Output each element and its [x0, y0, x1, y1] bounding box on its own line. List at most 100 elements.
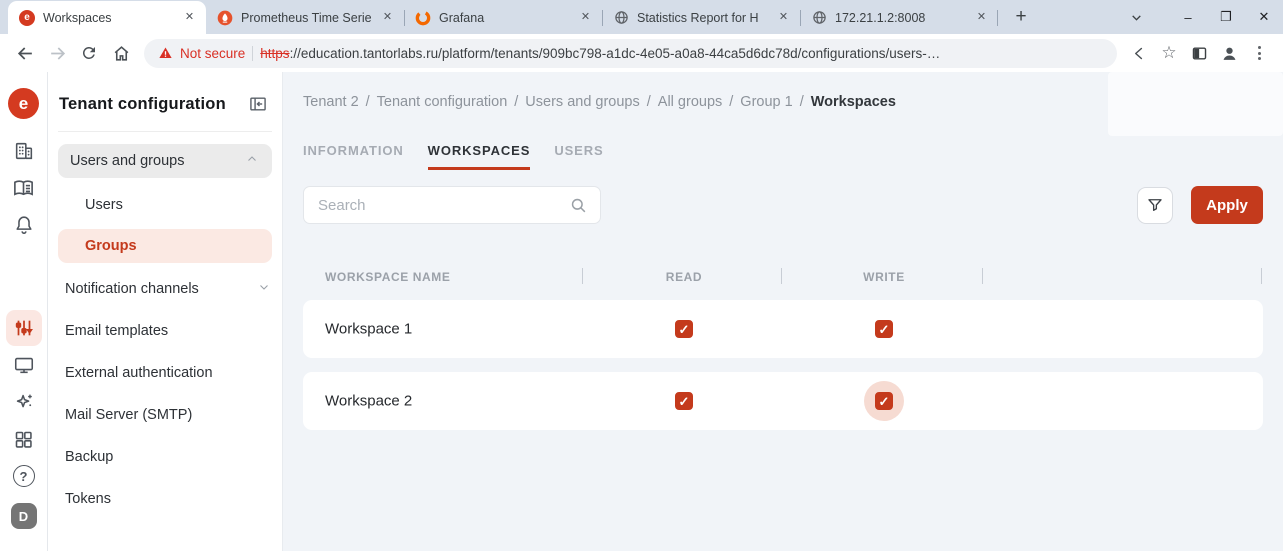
icon-rail: e ? [0, 72, 48, 551]
column-header-write: WRITE [863, 270, 905, 284]
new-tab-button[interactable]: + [1008, 4, 1034, 30]
sidebar-item-external-authentication[interactable]: External authentication [58, 363, 272, 383]
breadcrumb-item[interactable]: Tenant 2 [303, 94, 359, 110]
browser-tab-statistics[interactable]: Statistics Report for H ✕ [602, 1, 800, 34]
tab-close-icon[interactable]: ✕ [181, 9, 198, 26]
grafana-favicon [415, 10, 431, 26]
tab-users[interactable]: USERS [554, 143, 603, 170]
read-checkbox-wrap [664, 309, 704, 349]
window-controls: – ❐ ✕ [1121, 0, 1283, 34]
table-header: WORKSPACE NAME READ WRITE [303, 266, 1263, 288]
user-avatar[interactable]: D [11, 503, 37, 529]
write-checkbox[interactable] [875, 392, 893, 410]
maximize-button[interactable]: ❐ [1207, 1, 1245, 34]
view-tabs: INFORMATION WORKSPACES USERS [303, 143, 1263, 170]
column-divider [781, 268, 782, 284]
prometheus-favicon [217, 10, 233, 26]
column-divider [982, 268, 983, 284]
home-icon[interactable] [106, 38, 136, 68]
sidebar-item-tokens[interactable]: Tokens [58, 489, 272, 509]
forward-icon[interactable] [42, 38, 72, 68]
tab-search-chevron-icon[interactable] [1121, 2, 1151, 32]
browser-window: e Workspaces ✕ Prometheus Time Serie ✕ G… [0, 0, 1283, 551]
url-field[interactable]: Not secure https://education.tantorlabs.… [144, 39, 1117, 68]
sidebar-title: Tenant configuration [59, 95, 226, 114]
loading-shimmer [1108, 72, 1283, 136]
help-icon[interactable]: ? [6, 458, 42, 494]
tab-close-icon[interactable]: ✕ [775, 9, 792, 26]
breadcrumb-separator: / [514, 94, 518, 110]
tab-close-icon[interactable]: ✕ [973, 9, 990, 26]
minimize-button[interactable]: – [1169, 1, 1207, 34]
side-panel-icon[interactable] [1185, 39, 1213, 67]
share-icon[interactable] [1125, 39, 1153, 67]
column-header-workspace-name: WORKSPACE NAME [325, 270, 451, 284]
breadcrumb-item[interactable]: All groups [658, 94, 722, 110]
column-divider [582, 268, 583, 284]
url-path: ://education.tantorlabs.ru/platform/tena… [290, 46, 941, 61]
warning-icon [158, 46, 173, 60]
tab-title: Workspaces [43, 11, 173, 25]
read-checkbox-wrap [664, 381, 704, 421]
tab-close-icon[interactable]: ✕ [379, 9, 396, 26]
sidebar-item-email-templates[interactable]: Email templates [58, 321, 272, 341]
tab-close-icon[interactable]: ✕ [577, 9, 594, 26]
configuration-sliders-icon[interactable] [6, 310, 42, 346]
search-input[interactable] [316, 196, 569, 215]
docs-book-icon[interactable] [6, 170, 42, 206]
app-body: e ? [0, 72, 1283, 551]
column-divider [1261, 268, 1262, 284]
breadcrumb-item[interactable]: Group 1 [740, 94, 792, 110]
apply-button[interactable]: Apply [1191, 186, 1263, 224]
breadcrumb-item[interactable]: Users and groups [525, 94, 639, 110]
breadcrumb-separator: / [800, 94, 804, 110]
sparkles-icon[interactable] [6, 384, 42, 420]
tenants-building-icon[interactable] [6, 133, 42, 169]
collapse-sidebar-icon[interactable] [246, 92, 270, 116]
write-checkbox-wrap [864, 309, 904, 349]
table-row-workspace-1[interactable]: Workspace 1 [303, 300, 1263, 358]
browser-tab-workspaces[interactable]: e Workspaces ✕ [8, 1, 206, 34]
column-header-read: READ [666, 270, 702, 284]
sidebar: Tenant configuration Users and groups Us… [48, 72, 283, 551]
write-checkbox[interactable] [875, 320, 893, 338]
browser-tab-strip: e Workspaces ✕ Prometheus Time Serie ✕ G… [0, 0, 1283, 34]
browser-tab-ip-address[interactable]: 172.21.1.2:8008 ✕ [800, 1, 998, 34]
sidebar-item-backup[interactable]: Backup [58, 447, 272, 467]
reload-icon[interactable] [74, 38, 104, 68]
search-box [303, 186, 601, 224]
bookmark-star-icon[interactable]: ☆ [1155, 39, 1183, 67]
tab-information[interactable]: INFORMATION [303, 143, 404, 170]
breadcrumb-item[interactable]: Tenant configuration [377, 94, 508, 110]
sidebar-item-users-and-groups[interactable]: Users and groups [58, 144, 272, 178]
workspace-name: Workspace 2 [325, 393, 412, 410]
tab-title: Statistics Report for H [637, 11, 767, 25]
monitor-icon[interactable] [6, 347, 42, 383]
platform-logo[interactable]: e [8, 88, 39, 119]
workspace-name: Workspace 1 [325, 321, 412, 338]
filter-button[interactable] [1137, 187, 1173, 224]
browser-tab-prometheus[interactable]: Prometheus Time Serie ✕ [206, 1, 404, 34]
table-row-workspace-2[interactable]: Workspace 2 [303, 372, 1263, 430]
toolbar: Apply [303, 186, 1263, 224]
window-close-button[interactable]: ✕ [1245, 1, 1283, 34]
sidebar-item-mail-server-smtp[interactable]: Mail Server (SMTP) [58, 405, 272, 425]
profile-avatar-icon[interactable] [1215, 39, 1243, 67]
funnel-icon [1146, 196, 1164, 214]
tab-workspaces[interactable]: WORKSPACES [428, 143, 531, 170]
tab-title: Prometheus Time Serie [241, 11, 371, 25]
apps-grid-icon[interactable] [6, 421, 42, 457]
sidebar-item-users[interactable]: Users [58, 195, 272, 215]
notifications-bell-icon[interactable] [6, 207, 42, 243]
sidebar-item-groups[interactable]: Groups [58, 229, 272, 263]
browser-menu-kebab-icon[interactable] [1245, 39, 1273, 67]
browser-tab-grafana[interactable]: Grafana ✕ [404, 1, 602, 34]
sidebar-item-notification-channels[interactable]: Notification channels [58, 279, 272, 299]
breadcrumb-item-current: Workspaces [811, 94, 896, 110]
back-icon[interactable] [10, 38, 40, 68]
tab-title: Grafana [439, 11, 569, 25]
url-protocol: https [260, 46, 289, 61]
read-checkbox[interactable] [675, 392, 693, 410]
url-divider [252, 46, 253, 61]
read-checkbox[interactable] [675, 320, 693, 338]
